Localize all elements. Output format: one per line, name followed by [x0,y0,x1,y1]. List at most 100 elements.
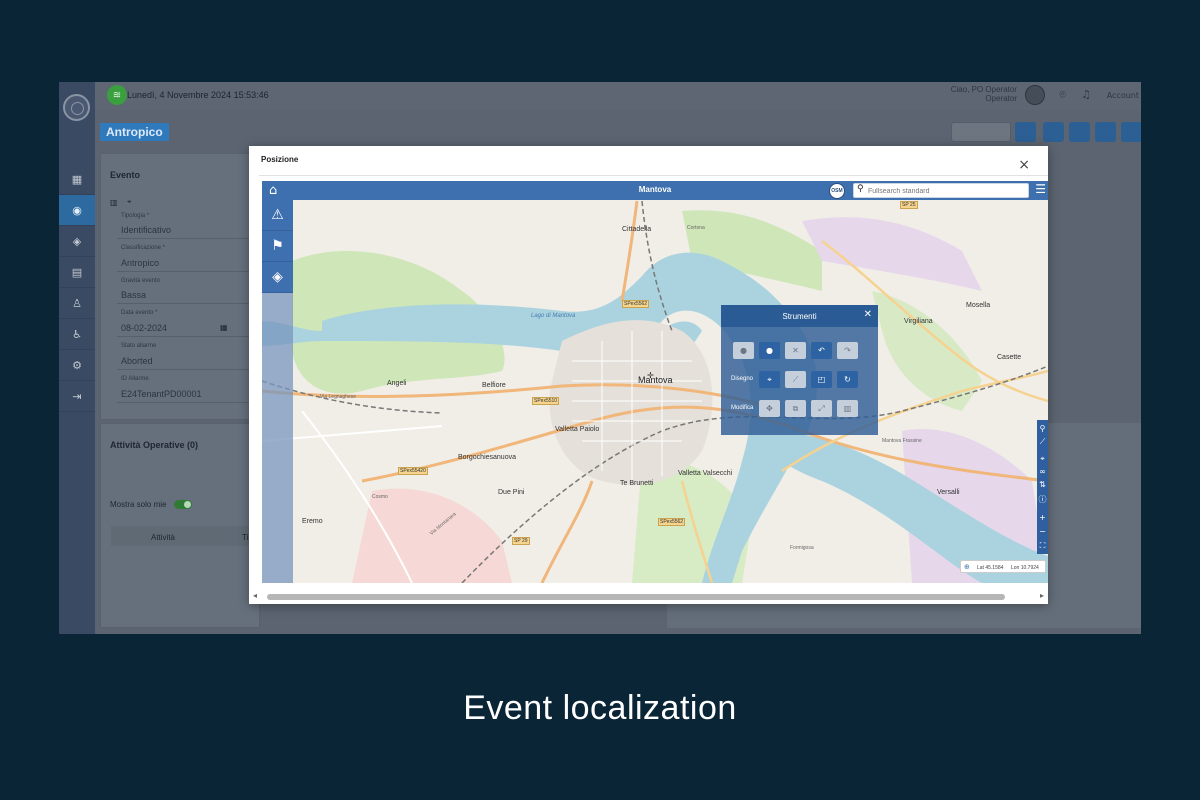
location-icon[interactable]: ⌾ [1059,88,1066,102]
activity-icon[interactable]: ♿ [59,319,95,350]
bell-icon[interactable]: ♫ [1081,88,1091,101]
user-greeting-line2: Operator [985,94,1017,103]
crosshair-icon: ⊕ [964,563,970,571]
close-icon[interactable]: × [1018,158,1030,172]
delete-tool-icon[interactable]: ▥ [837,400,858,417]
fullscreen-icon[interactable]: ⛶ [1037,539,1048,552]
layers-icon[interactable]: ◈ [59,226,95,257]
events-icon[interactable]: ◉ [59,195,95,226]
map[interactable]: ⌂ Mantova OSM ⚲ ☰ ⚠ ⚑ ◈ Mantova Cittadel… [262,181,1048,583]
scroll-right-icon[interactable]: ▸ [1040,591,1044,600]
wifi-icon: ≋ [107,85,127,105]
place-label: Cosmo [372,494,388,500]
calendar-picker-icon[interactable]: ▦ [220,323,228,332]
cancel-tool-icon[interactable]: ✕ [785,342,806,359]
toolbar-button-1[interactable] [1015,122,1036,142]
scroll-left-icon[interactable]: ◂ [253,591,257,600]
route-icon[interactable]: ⇅ [1037,478,1048,491]
road-shield: SPex55420 [398,467,428,475]
stop-tool-icon[interactable]: ● [733,342,754,359]
settings-icon[interactable]: ⚙ [59,350,95,381]
zoom-out-icon[interactable]: − [1037,525,1048,538]
tools-header: Strumenti ✕ [721,305,878,327]
field-divider [117,369,255,370]
top-bar: ≋ Lunedì, 4 Novembre 2024 15:53:46 Ciao,… [95,82,1141,110]
locate-icon[interactable]: ⌖ [1037,452,1048,465]
line-tool-icon[interactable]: ⟋ [785,371,806,388]
place-label: Due Pini [498,489,525,496]
layers-icon[interactable]: ◈ [262,262,293,293]
undo-tool-icon[interactable]: ↶ [811,342,832,359]
field-label-stato: Stato allarme [121,343,157,349]
alert-icon[interactable]: ⚠ [262,200,293,231]
field-label-id: ID Allarme [121,376,149,382]
exit-icon[interactable]: ⇥ [59,381,95,412]
toolbar-button-2[interactable] [1043,122,1064,142]
field-id-allarme[interactable]: E24TenantPD00001 [121,389,202,399]
tools-title: Strumenti [782,312,817,321]
horizontal-scrollbar[interactable]: ◂ ▸ [253,591,1044,601]
field-gravita[interactable]: Bassa [121,290,146,300]
record-tool-icon[interactable]: ● [759,342,780,359]
osm-badge[interactable]: OSM [829,183,845,199]
place-label: Belfiore [482,382,506,389]
circle-tool-icon[interactable]: ↻ [837,371,858,388]
menu-icon[interactable]: ☰ [1035,183,1046,195]
toolbar-button-3[interactable] [1069,122,1090,142]
account-link[interactable]: Account [1107,91,1139,100]
polygon-tool-icon[interactable]: ◰ [811,371,832,388]
toolbar-light-button[interactable] [951,122,1011,142]
mine-only-toggle[interactable] [174,500,192,509]
field-data-evento[interactable]: 08-02-2024 [121,323,167,333]
map-header: ⌂ Mantova OSM ⚲ ☰ [262,181,1048,200]
toolbar-button-4[interactable] [1095,122,1116,142]
road-label: Via Legnaghese [320,394,357,400]
map-search[interactable]: ⚲ [853,183,1029,198]
users-icon[interactable]: ♙ [59,288,95,319]
search-input[interactable] [868,185,1026,197]
column-header-activity[interactable]: Attività [151,533,175,542]
edit-row-label: Modifica [731,405,754,411]
mine-only-label: Mostra solo mie [110,500,167,509]
marker-icon[interactable]: ⚲ [1037,422,1048,435]
column-header-type[interactable]: Ti [242,533,248,542]
field-stato[interactable]: Aborted [121,356,153,366]
scale-tool-icon[interactable]: ⤢ [811,400,832,417]
toolbar-button-5[interactable] [1121,122,1141,142]
point-tool-icon[interactable]: ⌖ [759,371,780,388]
table-header [111,526,261,546]
road-shield: SPex5562 [622,300,650,308]
event-panel: Evento ▥ ⌖ Tipologia * Identificativo Cl… [100,153,260,420]
road-shield: SP 29 [512,537,530,545]
place-label: Mantova [638,375,673,385]
move-tool-icon[interactable]: ✥ [759,400,780,417]
calendar-icon[interactable]: ▤ [59,257,95,288]
road-shield: SPex5562 [658,518,686,526]
measure-icon[interactable]: ⟋ [1037,435,1048,448]
place-label: Cittadella [622,226,652,233]
field-divider [117,402,255,403]
binoculars-icon[interactable]: ∞ [1037,465,1048,478]
redo-tool-icon[interactable]: ↷ [837,342,858,359]
dashboard-icon[interactable]: ▦ [59,164,95,195]
place-label: Virgiliana [904,318,933,325]
place-label: Valletta Valsecchi [678,470,733,477]
map-icon[interactable]: ▥ [110,198,118,207]
field-tipologia[interactable]: Identificativo [121,225,171,235]
avatar[interactable] [1025,85,1045,105]
tools-panel: Strumenti ✕ ● ● ✕ ↶ ↷ Disegno ⌖ ⟋ ◰ ↻ Modifica … [721,305,878,435]
modal-title: Posizione [261,155,299,164]
field-classificazione[interactable]: Antropico [121,258,159,268]
flag-icon[interactable]: ⚑ [262,231,293,262]
add-location-icon[interactable]: ⌖ [127,197,132,207]
field-label-classificazione: Classificazione * [121,245,166,251]
event-panel-title: Evento [110,170,141,180]
field-divider [117,271,255,272]
field-divider [117,336,255,337]
zoom-in-icon[interactable]: + [1037,511,1048,524]
scrollbar-thumb[interactable] [267,594,1005,600]
copy-tool-icon[interactable]: ⧉ [785,400,806,417]
tools-close-icon[interactable]: ✕ [864,310,872,320]
info-icon[interactable]: ⓘ [1037,493,1048,506]
modal-divider [259,175,1048,176]
